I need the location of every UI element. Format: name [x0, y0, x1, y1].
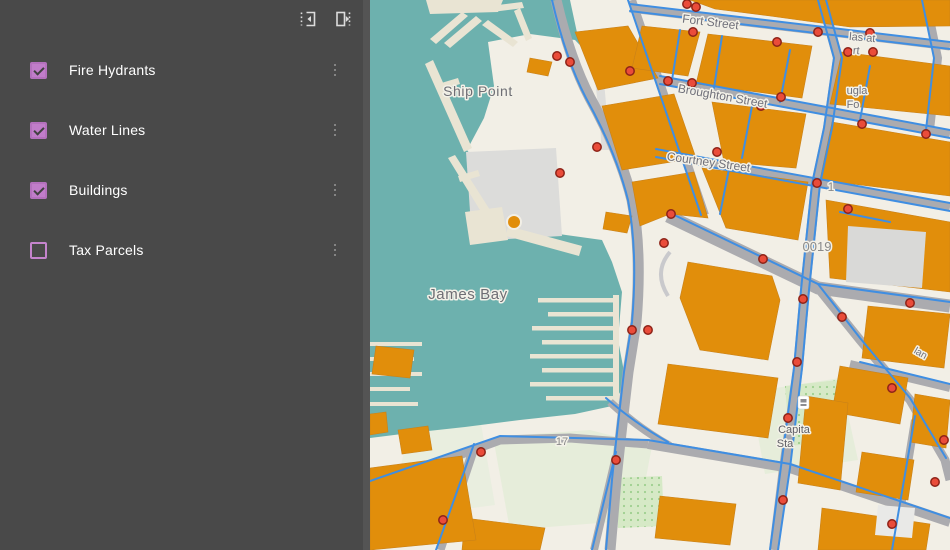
fire-hydrant-point	[844, 205, 852, 213]
fire-hydrant-point	[940, 436, 948, 444]
fire-hydrant-point	[793, 358, 801, 366]
layer-checkbox[interactable]	[30, 182, 47, 199]
collapse-panel-button[interactable]	[297, 8, 319, 30]
fire-hydrant-point	[888, 384, 896, 392]
layer-checkbox[interactable]	[30, 242, 47, 259]
fire-hydrant-point	[439, 516, 447, 524]
layer-options-button[interactable]	[330, 118, 341, 143]
map-canvas: Ship PointJames BayFort StreetBroughton …	[370, 0, 950, 550]
fire-hydrant-point	[838, 313, 846, 321]
layer-label: Buildings	[69, 182, 128, 198]
map-label: James Bay	[428, 286, 508, 303]
collapse-panel-icon	[298, 9, 318, 29]
layer-label: Water Lines	[69, 122, 145, 138]
map-viewport[interactable]: Ship PointJames BayFort StreetBroughton …	[370, 0, 950, 550]
dock-panel-icon	[333, 9, 353, 29]
fire-hydrant-point	[664, 77, 672, 85]
fire-hydrant-point	[612, 456, 620, 464]
map-label: 0019	[803, 239, 832, 254]
layer-label: Fire Hydrants	[69, 62, 156, 78]
fire-hydrant-point	[553, 52, 561, 60]
fire-hydrant-point	[566, 58, 574, 66]
fire-hydrant-point	[779, 496, 787, 504]
layer-row-buildings: Buildings	[0, 160, 370, 220]
fire-hydrant-point	[759, 255, 767, 263]
layer-options-button[interactable]	[330, 58, 341, 83]
dock-panel-button[interactable]	[332, 8, 354, 30]
fire-hydrant-point	[689, 28, 697, 36]
fire-hydrant-point	[858, 120, 866, 128]
map-label: rt	[852, 45, 860, 58]
layer-row-water-lines: Water Lines	[0, 100, 370, 160]
layer-label: Tax Parcels	[69, 242, 144, 258]
layer-row-tax-parcels: Tax Parcels	[0, 220, 370, 280]
fire-hydrant-point	[922, 130, 930, 138]
fire-hydrant-point	[773, 38, 781, 46]
layer-options-button[interactable]	[330, 238, 341, 263]
fire-hydrant-point	[626, 67, 634, 75]
fire-hydrant-point	[777, 93, 785, 101]
fire-hydrant-point	[888, 520, 896, 528]
map-label: ugla	[847, 85, 869, 97]
fire-hydrant-point	[784, 414, 792, 422]
fire-hydrant-point	[799, 295, 807, 303]
layer-row-fire-hydrants: Fire Hydrants	[0, 40, 370, 100]
layer-list: Fire Hydrants Water Lines Buildings Tax …	[0, 0, 370, 280]
fire-hydrant-point	[644, 326, 652, 334]
map-label: Sta	[777, 438, 794, 450]
fire-hydrant-point	[844, 48, 852, 56]
map-label: 1	[828, 180, 835, 194]
layer-list-panel: Fire Hydrants Water Lines Buildings Tax …	[0, 0, 370, 550]
map-label: las at	[849, 31, 876, 45]
map-label: Fo	[847, 99, 860, 111]
fire-hydrant-point	[660, 239, 668, 247]
fire-hydrant-point	[931, 478, 939, 486]
fire-hydrant-point	[683, 0, 691, 8]
fire-hydrant-point	[556, 169, 564, 177]
app-window: Fire Hydrants Water Lines Buildings Tax …	[0, 0, 950, 550]
fire-hydrant-point	[477, 448, 485, 456]
layer-checkbox[interactable]	[30, 62, 47, 79]
fire-hydrant-point	[813, 179, 821, 187]
map-label: 17	[556, 436, 568, 448]
layer-checkbox[interactable]	[30, 122, 47, 139]
map-label: Ship Point	[443, 83, 513, 99]
map-label: Capita	[778, 424, 811, 436]
fire-hydrant-point	[628, 326, 636, 334]
panel-toolbar	[297, 8, 354, 30]
fire-hydrant-point	[906, 299, 914, 307]
bus-stop-icon	[798, 396, 809, 409]
fire-hydrant-point	[814, 28, 822, 36]
fire-hydrant-point	[593, 143, 601, 151]
fire-hydrant-point	[692, 3, 700, 11]
fire-hydrant-point	[667, 210, 675, 218]
fire-hydrant-point	[869, 48, 877, 56]
layer-options-button[interactable]	[330, 178, 341, 203]
panel-edge	[363, 0, 370, 550]
